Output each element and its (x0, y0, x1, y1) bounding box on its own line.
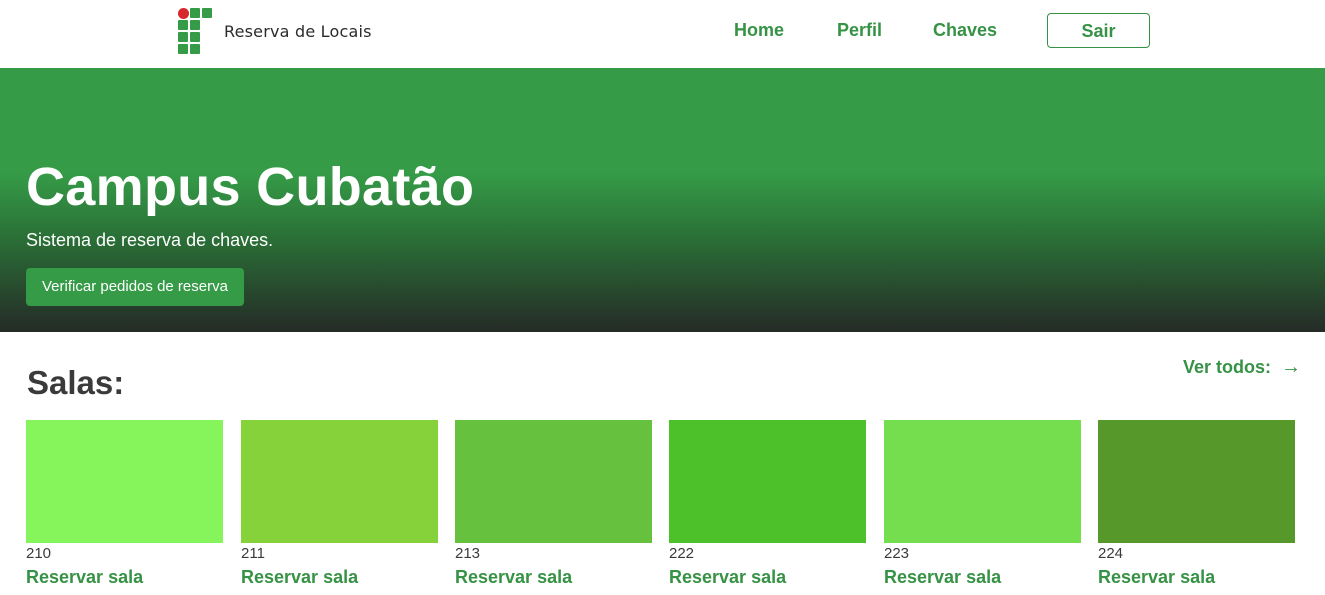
room-image[interactable] (1098, 420, 1295, 543)
room-image[interactable] (669, 420, 866, 543)
reserve-room-link[interactable]: Reservar sala (241, 567, 358, 588)
arrow-right-icon: → (1281, 356, 1302, 378)
reserve-room-link[interactable]: Reservar sala (1098, 567, 1215, 588)
room-card: 213 Reservar sala (455, 420, 652, 588)
room-card: 210 Reservar sala (26, 420, 223, 588)
room-image[interactable] (241, 420, 438, 543)
brand-name: Reserva de Locais (224, 22, 372, 41)
room-card: 224 Reservar sala (1098, 420, 1295, 588)
reserve-room-link[interactable]: Reservar sala (669, 567, 786, 588)
room-image[interactable] (455, 420, 652, 543)
room-number: 210 (26, 545, 52, 562)
room-image[interactable] (26, 420, 223, 543)
room-card: 223 Reservar sala (884, 420, 1081, 588)
reserve-room-link[interactable]: Reservar sala (455, 567, 572, 588)
room-number: 211 (241, 545, 265, 562)
room-number: 213 (455, 545, 481, 562)
see-all-rooms-link[interactable]: Ver todos: → (1183, 356, 1301, 379)
check-reservations-button[interactable]: Verificar pedidos de reserva (26, 268, 244, 306)
reserve-room-link[interactable]: Reservar sala (26, 567, 143, 588)
room-card: 222 Reservar sala (669, 420, 866, 588)
room-number: 223 (884, 545, 910, 562)
room-number: 224 (1098, 545, 1124, 562)
hero-subtitle: Sistema de reserva de chaves. (26, 230, 274, 250)
see-all-label: Ver todos: (1183, 357, 1272, 377)
logout-button[interactable]: Sair (1047, 13, 1150, 48)
room-number: 222 (669, 545, 695, 562)
nav-profile-link[interactable]: Perfil (837, 20, 882, 41)
hero-banner: Campus Cubatão Sistema de reserva de cha… (0, 68, 1325, 332)
room-card: 211 Reservar sala (241, 420, 438, 588)
room-image[interactable] (884, 420, 1081, 543)
nav-home-link[interactable]: Home (734, 20, 784, 41)
logo-red-dot (178, 8, 189, 19)
institution-logo-icon (178, 8, 215, 55)
rooms-section-title: Salas: (27, 364, 125, 401)
top-navbar: Reserva de Locais Home Perfil Chaves Sai… (0, 0, 1325, 68)
brand[interactable]: Reserva de Locais (178, 8, 372, 55)
reserve-room-link[interactable]: Reservar sala (884, 567, 1001, 588)
hero-title: Campus Cubatão (26, 157, 475, 217)
nav-keys-link[interactable]: Chaves (933, 20, 997, 41)
